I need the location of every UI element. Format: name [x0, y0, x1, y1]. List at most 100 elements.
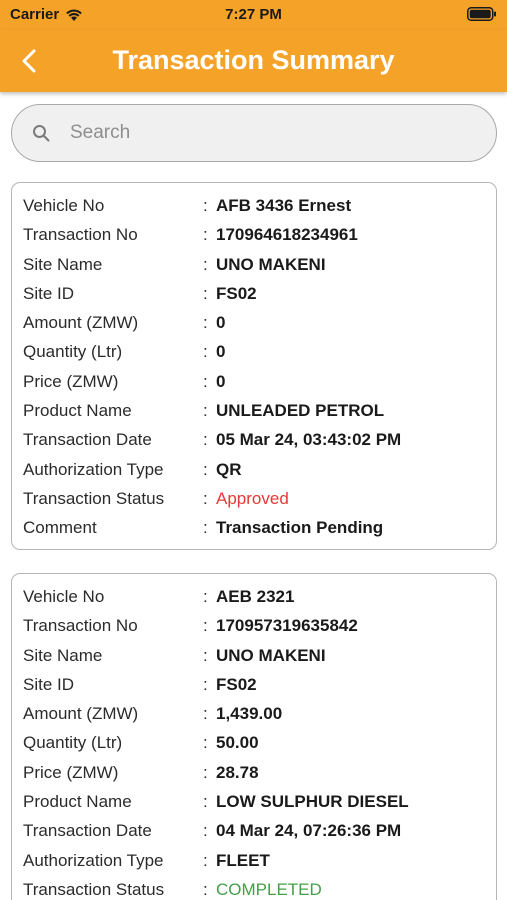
field-label: Transaction Status [23, 488, 165, 508]
field-label: Site Name [23, 645, 103, 665]
field-separator: : [203, 488, 208, 508]
transaction-card[interactable]: Vehicle No: AFB 3436 Ernest Transaction No… [11, 182, 497, 550]
page-title: Transaction Summary [112, 45, 395, 75]
transaction-field-row: Product Name: UNLEADED PETROL [12, 396, 496, 425]
field-value: 0 [216, 371, 226, 391]
transaction-field-row: Authorization Type: QR [12, 455, 496, 484]
field-separator: : [203, 674, 208, 694]
field-label: Product Name [23, 792, 132, 812]
field-value: FS02 [216, 674, 257, 694]
field-separator: : [203, 196, 208, 215]
status-value: Approved [216, 488, 289, 508]
field-value: 28.78 [216, 762, 259, 782]
field-separator: : [203, 587, 208, 606]
field-label: Price (ZMW) [23, 762, 119, 782]
field-label: Site ID [23, 674, 75, 694]
transaction-field-row: Product Name: LOW SULPHUR DIESEL [12, 787, 496, 816]
field-value: FLEET [216, 850, 270, 870]
field-separator: : [203, 371, 208, 391]
field-label: Amount (ZMW) [23, 704, 139, 724]
field-value: AFB 3436 Ernest [216, 196, 352, 215]
field-value: UNO MAKENI [216, 645, 326, 665]
field-separator: : [203, 225, 208, 245]
field-label: Transaction No [23, 616, 138, 636]
transaction-field-row: Transaction Status: Approved [12, 484, 496, 513]
field-separator: : [203, 879, 208, 899]
transaction-field-row: Vehicle No: AEB 2321 [12, 582, 496, 611]
search-bar[interactable] [11, 104, 497, 162]
field-value: UNO MAKENI [216, 254, 326, 274]
field-separator: : [203, 733, 208, 753]
transaction-field-row: Transaction Date:05 Mar 24, 03:43:02 PM [12, 425, 496, 454]
field-separator: : [203, 616, 208, 636]
field-value: LOW SULPHUR DIESEL [216, 792, 409, 812]
field-separator: : [203, 792, 208, 812]
field-label: Vehicle No [23, 196, 105, 215]
field-value: 04 Mar 24, 07:26:36 PM [216, 821, 402, 841]
nav-bar: Transaction Summary [0, 30, 507, 92]
field-value: FS02 [216, 283, 257, 303]
field-label: Transaction No [23, 225, 138, 245]
field-value: QR [216, 459, 242, 479]
transaction-field-row: Authorization Type: FLEET [12, 846, 496, 875]
field-separator: : [203, 518, 208, 538]
field-value: Transaction Pending [216, 518, 384, 538]
field-label: Transaction Date [23, 430, 152, 450]
field-label: Product Name [23, 401, 132, 421]
field-separator: : [203, 313, 208, 333]
field-label: Transaction Date [23, 821, 152, 841]
field-separator: : [203, 401, 208, 421]
status-time: 7:27 PM [225, 6, 282, 23]
transaction-field-row: Price (ZMW):28.78 [12, 758, 496, 787]
transaction-field-row: Comment: Transaction Pending [12, 513, 496, 542]
search-icon [33, 125, 50, 142]
field-separator: : [203, 762, 208, 782]
search-input[interactable] [70, 122, 450, 144]
transaction-field-row: Vehicle No: AFB 3436 Ernest [12, 191, 496, 220]
transaction-field-row: Site ID: FS02 [12, 670, 496, 699]
field-separator: : [203, 704, 208, 724]
transaction-card[interactable]: Vehicle No: AEB 2321 Transaction No:170957… [11, 573, 497, 900]
field-label: Vehicle No [23, 587, 105, 606]
field-value: AEB 2321 [216, 587, 295, 606]
transaction-field-row: Amount (ZMW):1,439.00 [12, 699, 496, 728]
field-separator: : [203, 254, 208, 274]
field-separator: : [203, 821, 208, 841]
field-separator: : [203, 645, 208, 665]
field-separator: : [203, 850, 208, 870]
field-value: 0 [216, 342, 226, 362]
field-label: Price (ZMW) [23, 371, 119, 391]
transaction-field-row: Transaction No:170957319635842 [12, 611, 496, 640]
field-value: 50.00 [216, 733, 259, 753]
field-label: Transaction Status [23, 879, 165, 899]
field-value: 0 [216, 313, 226, 333]
transaction-field-row: Transaction No:170964618234961 [12, 220, 496, 249]
field-label: Amount (ZMW) [23, 313, 139, 333]
transaction-field-row: Amount (ZMW):0 [12, 308, 496, 337]
field-label: Site Name [23, 254, 103, 274]
field-separator: : [203, 342, 208, 362]
field-value: 170964618234961 [216, 225, 358, 245]
transaction-field-row: Site ID: FS02 [12, 279, 496, 308]
field-value: 170957319635842 [216, 616, 358, 636]
field-separator: : [203, 283, 208, 303]
field-label: Authorization Type [23, 850, 164, 870]
transaction-field-row: Transaction Status: COMPLETED [12, 875, 496, 900]
field-label: Comment [23, 518, 97, 538]
field-label: Authorization Type [23, 459, 164, 479]
field-label: Quantity (Ltr) [23, 342, 123, 362]
battery-icon [467, 7, 496, 21]
field-label: Quantity (Ltr) [23, 733, 123, 753]
transaction-field-row: Quantity (Ltr):50.00 [12, 728, 496, 757]
field-value: 1,439.00 [216, 704, 283, 724]
field-value: UNLEADED PETROL [216, 401, 385, 421]
field-separator: : [203, 459, 208, 479]
transaction-field-row: Site Name: UNO MAKENI [12, 641, 496, 670]
transaction-field-row: Site Name: UNO MAKENI [12, 250, 496, 279]
status-bar: Carrier 7:27 PM [0, 0, 507, 30]
field-label: Site ID [23, 283, 75, 303]
transaction-field-row: Transaction Date:04 Mar 24, 07:26:36 PM [12, 816, 496, 845]
field-value: 05 Mar 24, 03:43:02 PM [216, 430, 402, 450]
transaction-field-row: Quantity (Ltr):0 [12, 337, 496, 366]
transaction-field-row: Price (ZMW):0 [12, 367, 496, 396]
